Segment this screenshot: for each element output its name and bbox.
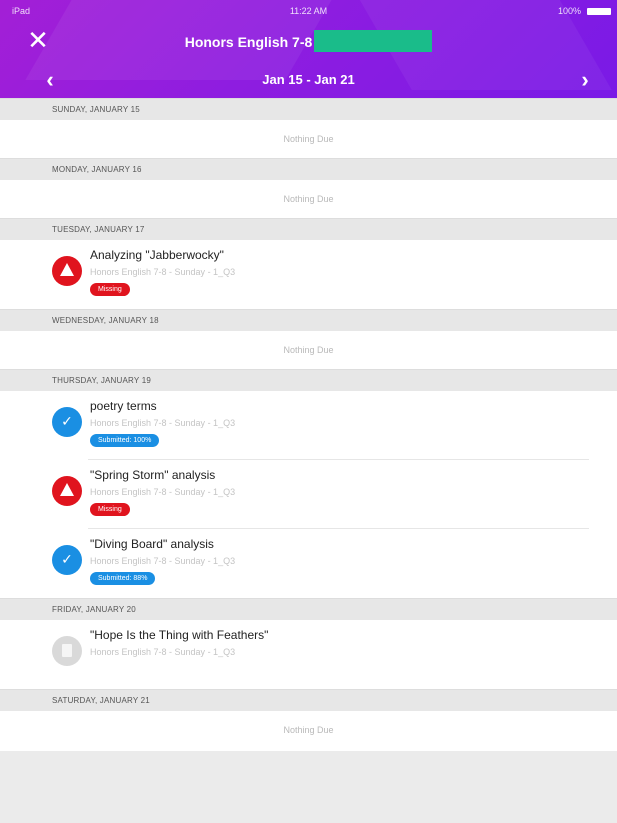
empty-footer-area [0,751,617,823]
status-badge: Missing [90,283,130,296]
nothing-due-monday: Nothing Due [283,194,334,204]
document-icon [52,636,82,666]
assignment-title: Analyzing "Jabberwocky" [90,248,224,262]
assignment-subtitle: Honors English 7-8 - Sunday - 1_Q3 [90,556,236,566]
day-header-friday: FRIDAY, JANUARY 20 [0,598,617,620]
day-header-saturday: SATURDAY, JANUARY 21 [0,689,617,711]
assignment-title: "Hope Is the Thing with Feathers" [90,628,269,642]
assignment-row[interactable]: ✓ poetry terms Honors English 7-8 - Sund… [0,391,617,460]
alert-icon [52,256,82,286]
status-bar: iPad 11:22 AM 100% [0,0,617,22]
status-badge: Submitted: 100% [90,434,160,447]
class-title-wrap: Honors English 7-8 [0,30,617,53]
assignment-row[interactable]: ✓ "Diving Board" analysis Honors English… [0,529,617,598]
battery-percent: 100% [557,6,581,16]
assignment-title: poetry terms [90,399,157,413]
assignment-row[interactable]: "Spring Storm" analysis Honors English 7… [0,460,617,529]
planner-screen: iPad 11:22 AM 100% ✕ Honors English 7-8 … [0,0,617,823]
next-week-button[interactable]: › [571,66,599,94]
assignment-title: "Spring Storm" analysis [90,468,216,482]
title-row: ✕ Honors English 7-8 [0,22,617,62]
assignment-subtitle: Honors English 7-8 - Sunday - 1_Q3 [90,267,236,277]
day-header-thursday: THURSDAY, JANUARY 19 [0,369,617,391]
status-badge: Missing [90,503,130,516]
class-title: Honors English 7-8 [184,34,313,50]
check-icon: ✓ [52,545,82,575]
assignment-row[interactable]: "Hope Is the Thing with Feathers" Honors… [0,620,617,689]
day-header-wednesday: WEDNESDAY, JANUARY 18 [0,309,617,331]
nothing-due-sunday: Nothing Due [283,134,334,144]
day-header-sunday: SUNDAY, JANUARY 15 [0,98,617,120]
assignment-subtitle: Honors English 7-8 - Sunday - 1_Q3 [90,647,236,657]
assignment-subtitle: Honors English 7-8 - Sunday - 1_Q3 [90,487,236,497]
day-header-monday: MONDAY, JANUARY 16 [0,158,617,180]
status-time: 11:22 AM [289,6,328,16]
header: iPad 11:22 AM 100% ✕ Honors English 7-8 … [0,0,617,98]
assignment-row[interactable]: Analyzing "Jabberwocky" Honors English 7… [0,240,617,309]
alert-icon [52,476,82,506]
assignment-title: "Diving Board" analysis [90,537,214,551]
status-badge: Submitted: 88% [90,572,156,585]
day-header-tuesday: TUESDAY, JANUARY 17 [0,218,617,240]
battery-icon [587,8,611,15]
redaction-box [314,30,433,53]
assignment-subtitle: Honors English 7-8 - Sunday - 1_Q3 [90,418,236,428]
check-icon: ✓ [52,407,82,437]
nothing-due-wednesday: Nothing Due [283,345,334,355]
week-navigator: ‹ Jan 15 - Jan 21 › [0,62,617,98]
chevron-right-icon: › [581,67,589,92]
nothing-due-saturday: Nothing Due [283,725,334,735]
week-range: Jan 15 - Jan 21 [262,72,355,87]
